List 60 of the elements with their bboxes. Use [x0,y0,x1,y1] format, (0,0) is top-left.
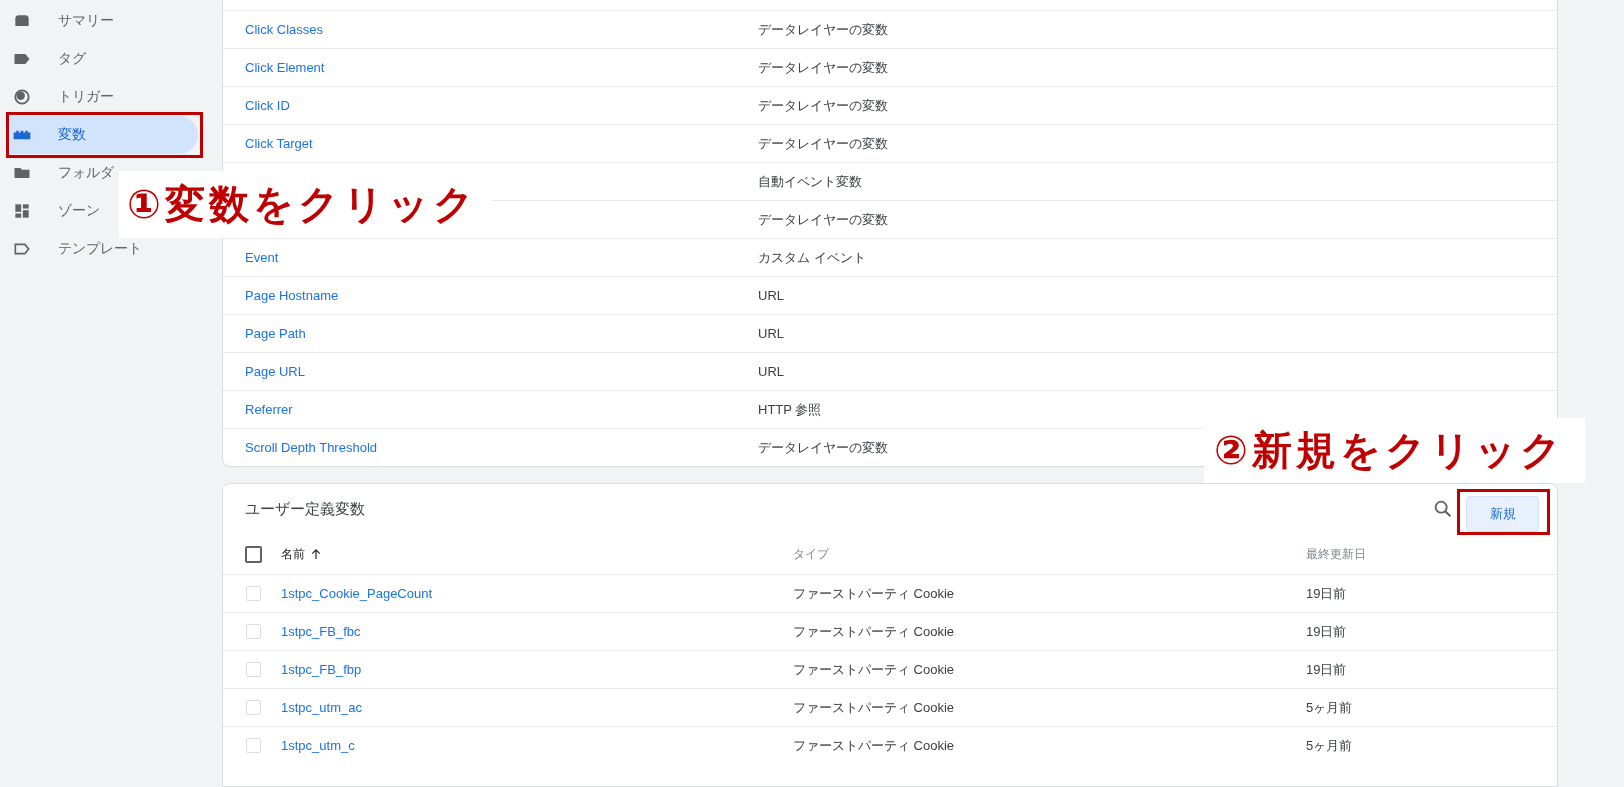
variable-link[interactable]: 1stpc_utm_c [281,738,355,753]
new-button[interactable]: 新規 [1466,496,1539,532]
variable-link[interactable]: 1stpc_utm_ac [281,700,362,715]
variable-link[interactable]: Page URL [245,364,305,379]
date-cell: 19日前 [1306,584,1347,603]
date-cell: 19日前 [1306,660,1347,679]
variable-link[interactable]: Scroll Depth Threshold [245,440,377,455]
type-cell: データレイヤーの変数 [758,58,888,77]
type-cell: データレイヤーの変数 [758,134,888,153]
type-cell: URL [758,364,784,379]
variable-link[interactable]: Referrer [245,402,293,417]
callout-label: ①変数をクリック [119,171,492,238]
sidebar-item[interactable]: ゾーン [10,192,100,230]
variable-link[interactable]: Event [245,250,279,265]
type-cell: カスタム イベント [758,248,866,267]
type-cell: データレイヤーの変数 [758,20,888,39]
sidebar-item[interactable]: トリガー [10,78,114,116]
variable-link[interactable]: 1stpc_FB_fbp [281,662,362,677]
row-checkbox[interactable] [245,662,261,677]
type-cell-text: ファーストパーティ Cookie [793,736,956,755]
sort-arrow-icon[interactable] [311,548,321,560]
type-cell-text: ファーストパーティ Cookie [793,660,956,679]
variable-link[interactable]: 1stpc_Cookie_PageCount [281,586,433,601]
date-cell: 5ヶ月前 [1306,698,1353,717]
type-cell-text: ファーストパーティ Cookie [793,698,956,717]
sidebar-item[interactable]: フォルダ [10,154,114,192]
date-cell: 19日前 [1306,622,1347,641]
column-header[interactable]: タイプ [793,545,1306,563]
variable-link[interactable]: 1stpc_FB_fbc [281,624,361,639]
type-cell: HTTP 参照 [758,400,822,419]
type-cell-text: ファーストパーティ Cookie [793,584,956,603]
variable-link[interactable]: Click Element [245,60,325,75]
type-cell-text: ファーストパーティ Cookie [793,622,956,641]
type-cell: データレイヤーの変数 [758,438,888,457]
type-cell: データレイヤーの変数 [758,96,888,115]
section-title: ユーザー定義変数 [245,499,366,519]
column-header[interactable]: 名前 [281,545,305,563]
row-checkbox[interactable] [245,700,261,715]
variable-link[interactable]: Page Path [245,326,306,341]
sidebar-item[interactable]: 変数 [10,116,198,154]
variable-link[interactable]: Click Target [245,136,313,151]
type-cell: URL [758,326,784,341]
select-all-checkbox[interactable] [244,545,262,563]
sidebar-item[interactable]: タグ [10,40,86,78]
row-checkbox[interactable] [245,738,261,753]
search-icon[interactable] [1432,498,1454,520]
trigger-icon [12,87,32,107]
callout-label: ②新規をクリック [1204,418,1585,483]
date-cell: 5ヶ月前 [1306,736,1353,755]
row-checkbox[interactable] [245,586,261,601]
variable-link[interactable]: Click Classes [245,22,323,37]
sidebar-item[interactable]: サマリー [10,2,114,40]
variable-link[interactable]: Click ID [245,98,290,113]
type-cell: 自動イベント変数 [758,172,862,191]
column-header[interactable]: 最終更新日 [1306,545,1366,563]
type-cell: URL [758,288,784,303]
type-cell: データレイヤーの変数 [758,210,888,229]
variable-link[interactable]: Page Hostname [245,288,339,303]
row-checkbox[interactable] [245,624,261,639]
grid-icon [12,201,32,221]
